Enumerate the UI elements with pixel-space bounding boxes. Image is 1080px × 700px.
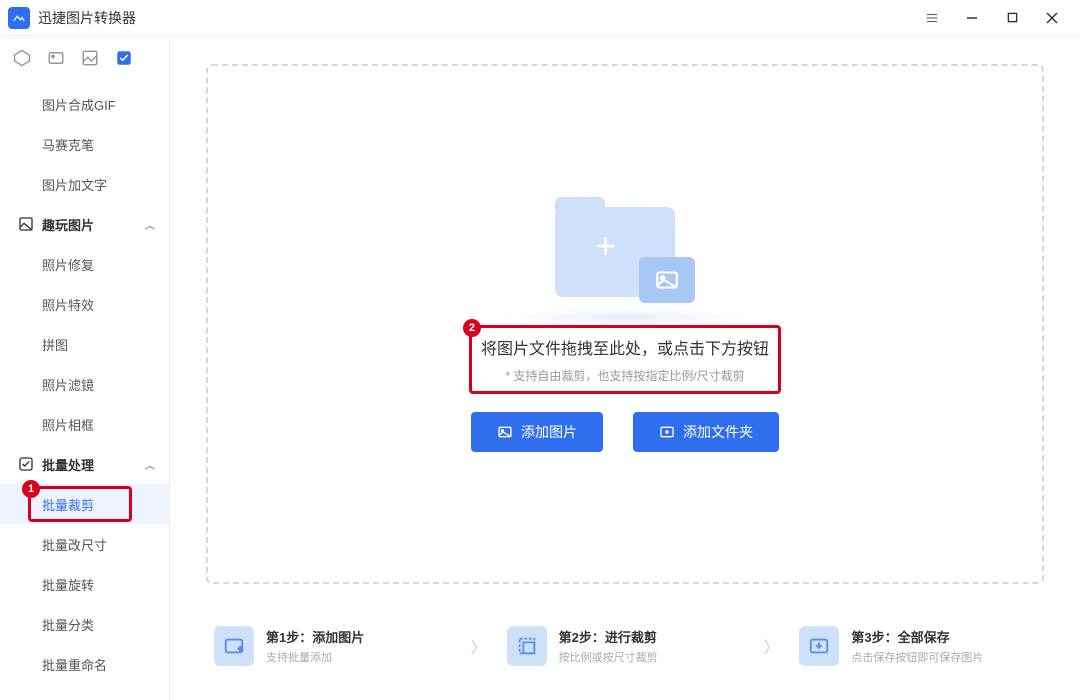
nav-item-collage[interactable]: 拼图 [0,324,169,364]
tab-batch-icon[interactable] [114,48,134,68]
step-desc: 按比例或按尺寸裁剪 [559,649,658,665]
step-desc: 点击保存按钮即可保存图片 [851,649,983,665]
minimize-button[interactable] [952,0,992,36]
dropzone-title: 将图片文件拖拽至此处，或点击下方按钮 [481,335,769,359]
sidebar-nav: 图片合成GIF 马赛克笔 图片加文字 趣玩图片 ︿ 照片修复 照片特效 拼图 照… [0,80,169,700]
step-desc: 支持批量添加 [266,649,364,665]
nav-item-filter[interactable]: 照片滤镜 [0,364,169,404]
step-2: 第2步：进行裁剪 按比例或按尺寸裁剪 [499,616,752,676]
nav-group-batch[interactable]: 批量处理 ︿ [0,444,169,484]
nav-group-label: 批量处理 [42,455,94,474]
maximize-button[interactable] [992,0,1032,36]
tab-edit-icon[interactable] [46,48,66,68]
nav-item-gif[interactable]: 图片合成GIF [0,84,169,124]
crop-icon [507,626,547,666]
folder-plus-icon [659,424,675,440]
nav-item-text[interactable]: 图片加文字 [0,164,169,204]
chevron-up-icon: ︿ [145,457,155,472]
steps-bar: 第1步：添加图片 支持批量添加 〉 第2步：进行裁剪 按比例或按尺寸裁剪 〉 第… [206,608,1044,684]
close-button[interactable] [1032,0,1072,36]
nav-item-repair[interactable]: 照片修复 [0,244,169,284]
step-title: 第1步：添加图片 [266,627,364,646]
chevron-up-icon: ︿ [145,217,155,232]
app-logo-icon [8,7,30,29]
nav-group-label: 趣玩图片 [42,215,94,234]
image-icon [497,424,513,440]
tab-convert-icon[interactable] [12,48,32,68]
nav-item-effect[interactable]: 照片特效 [0,284,169,324]
step-title: 第3步：全部保存 [851,627,983,646]
nav-item-batch-resize[interactable]: 批量改尺寸 [0,524,169,564]
titlebar: 迅捷图片转换器 [0,0,1080,36]
annotation-badge-2: 2 [463,319,481,337]
add-image-button[interactable]: 添加图片 [471,412,603,452]
step-title: 第2步：进行裁剪 [559,627,658,646]
app-title: 迅捷图片转换器 [38,8,136,28]
save-icon [799,626,839,666]
dropzone[interactable]: + 将图片文件拖拽至此处，或点击下方按钮 * 支持自由裁剪，也支持按指定比例/尺… [206,64,1044,584]
image-icon [18,216,34,232]
chevron-right-icon: 〉 [465,634,493,658]
dropzone-text: 将图片文件拖拽至此处，或点击下方按钮 * 支持自由裁剪，也支持按指定比例/尺寸裁… [481,335,769,384]
chevron-right-icon: 〉 [757,634,785,658]
step-1: 第1步：添加图片 支持批量添加 [206,616,459,676]
add-folder-button[interactable]: 添加文件夹 [633,412,779,452]
checkbox-icon [18,456,34,472]
add-image-icon [214,626,254,666]
button-label: 添加文件夹 [683,422,753,442]
sidebar-tabs [0,36,169,80]
nav-item-batch-classify[interactable]: 批量分类 [0,604,169,644]
nav-item-frame[interactable]: 照片相框 [0,404,169,444]
step-3: 第3步：全部保存 点击保存按钮即可保存图片 [791,616,1044,676]
nav-item-batch-crop[interactable]: 批量裁剪 [0,484,169,524]
nav-item-mosaic[interactable]: 马赛克笔 [0,124,169,164]
main-panel: + 将图片文件拖拽至此处，或点击下方按钮 * 支持自由裁剪，也支持按指定比例/尺… [170,36,1080,700]
nav-item-batch-rotate[interactable]: 批量旋转 [0,564,169,604]
dropzone-subtitle: * 支持自由裁剪，也支持按指定比例/尺寸裁剪 [481,367,769,384]
tab-effect-icon[interactable] [80,48,100,68]
sidebar: 图片合成GIF 马赛克笔 图片加文字 趣玩图片 ︿ 照片修复 照片特效 拼图 照… [0,36,170,700]
nav-group-fun[interactable]: 趣玩图片 ︿ [0,204,169,244]
nav-item-batch-rename[interactable]: 批量重命名 [0,644,169,684]
menu-button[interactable] [912,0,952,36]
folder-illustration-icon: + [555,197,695,307]
button-label: 添加图片 [521,422,577,442]
